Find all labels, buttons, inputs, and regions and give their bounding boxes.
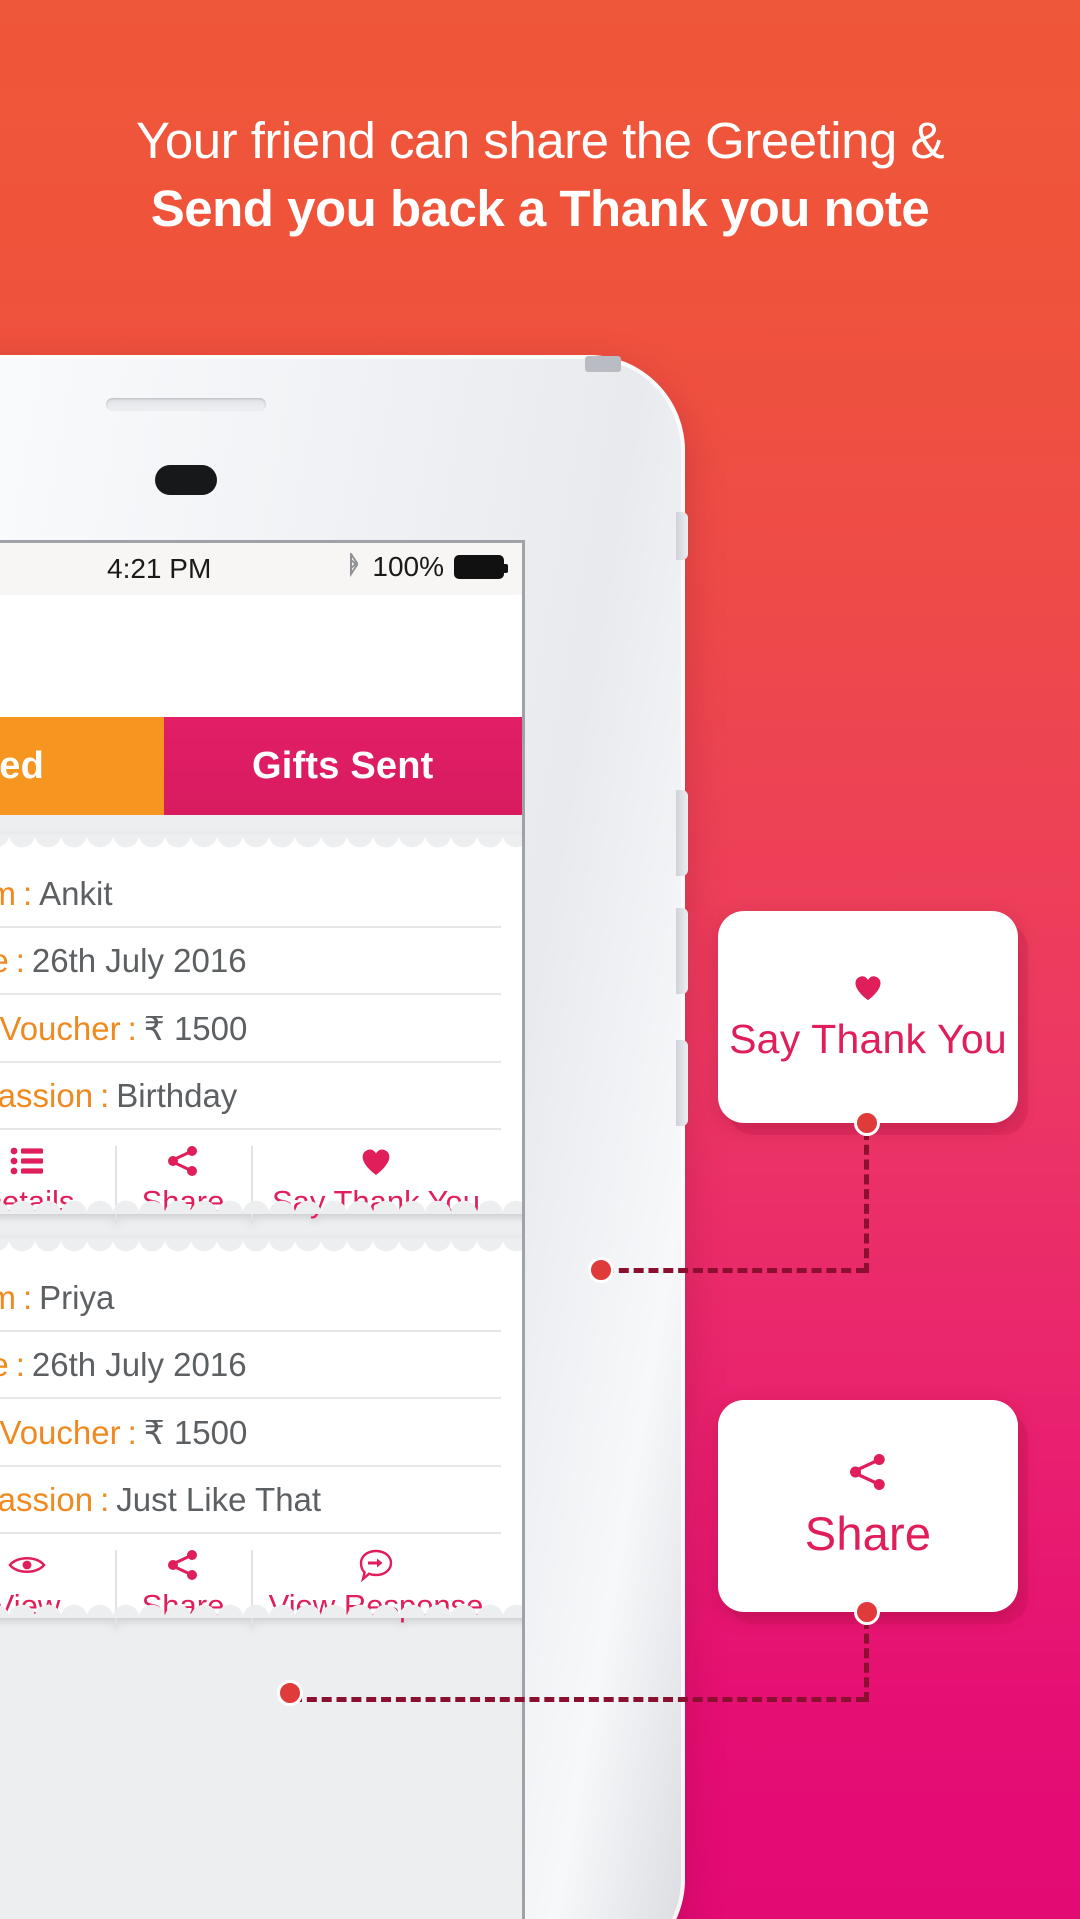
- row-gift-voucher: Gift Voucher : ₹ 1500: [0, 1399, 501, 1467]
- phone-screen: 4:21 PM 100% ceived Gifts Sent: [0, 540, 525, 1919]
- row-from-value: Ankit: [39, 875, 113, 912]
- row-date: Date : 26th July 2016: [0, 1332, 501, 1399]
- row-occassion-sep: :: [100, 1077, 110, 1114]
- tab-bar: ceived Gifts Sent: [0, 717, 522, 815]
- row-occassion-label: Occassion: [0, 1481, 94, 1518]
- tab-gifts-sent-label: Gifts Sent: [252, 744, 434, 787]
- card-scallop-bottom: [0, 1198, 522, 1214]
- phone-volume-down-button[interactable]: [676, 908, 688, 994]
- connector-dot-share-callout: [854, 1599, 880, 1625]
- gift-list[interactable]: ay ur adipiscing id, maximus dictumst. F…: [0, 815, 522, 1919]
- callout-share[interactable]: Share: [718, 1400, 1018, 1612]
- status-bar-time: 4:21 PM: [107, 553, 212, 584]
- row-from: From : Priya: [0, 1265, 501, 1332]
- row-occassion-value: Just Like That: [116, 1481, 322, 1518]
- row-date-value: 26th July 2016: [31, 942, 247, 979]
- share-icon: [848, 1452, 888, 1492]
- row-gift-voucher-label: Gift Voucher: [0, 1010, 121, 1047]
- phone-volume-up-button[interactable]: [676, 790, 688, 876]
- row-date-label: Date: [0, 942, 9, 980]
- row-gift-voucher-sep: :: [127, 1010, 137, 1047]
- row-gift-voucher: Gift Voucher : ₹ 1500: [0, 995, 501, 1063]
- phone-front-camera: [155, 465, 217, 495]
- phone-silent-switch[interactable]: [676, 512, 688, 560]
- row-occassion: Occassion : Birthday: [0, 1063, 501, 1130]
- row-from-sep: :: [23, 875, 33, 912]
- comment-reply-icon: [358, 1548, 394, 1582]
- row-from-value: Priya: [39, 1279, 115, 1316]
- headline-line-1: Your friend can share the Greeting &: [136, 112, 944, 169]
- card-scallop-right: [522, 1239, 525, 1617]
- card-scallop-bottom: [0, 1602, 522, 1618]
- callout-share-label: Share: [804, 1506, 932, 1560]
- row-from-label: From: [0, 1279, 16, 1317]
- row-occassion-sep: :: [100, 1481, 110, 1518]
- card-scallop-right: [522, 835, 525, 1213]
- row-date-sep: :: [15, 1346, 25, 1383]
- row-date-value: 26th July 2016: [31, 1346, 247, 1383]
- connector-dot-thanks-callout: [854, 1110, 880, 1136]
- bluetooth-icon: [346, 553, 362, 581]
- connector-line-thanks-horizontal: [604, 1268, 866, 1273]
- row-from-sep: :: [23, 1279, 33, 1316]
- tab-gifts-received-label: ceived: [0, 744, 44, 787]
- row-date: Date : 26th July 2016: [0, 928, 501, 995]
- app-header-bar: [0, 595, 522, 717]
- heart-icon: [851, 972, 885, 1002]
- row-gift-voucher-value: ₹ 1500: [143, 1010, 248, 1047]
- heart-icon: [358, 1144, 394, 1178]
- phone-power-button[interactable]: [676, 1040, 688, 1126]
- battery-full-icon: [454, 555, 508, 579]
- promo-screenshot: Your friend can share the Greeting & Sen…: [0, 0, 1080, 1919]
- connector-line-thanks-vertical: [864, 1130, 869, 1273]
- row-date-sep: :: [15, 942, 25, 979]
- headline: Your friend can share the Greeting & Sen…: [0, 108, 1080, 244]
- phone-antenna-band: [585, 356, 621, 372]
- eye-icon: [8, 1548, 46, 1582]
- row-occassion-value: Birthday: [116, 1077, 238, 1114]
- gift-details: From : Priya Date : 26th July 2016 Gift …: [0, 1238, 525, 1628]
- headline-line-2: Send you back a Thank you note: [150, 180, 930, 237]
- row-date-label: Date: [0, 1346, 9, 1384]
- callout-say-thank-you-label: Say Thank You: [729, 1015, 1007, 1062]
- list-item[interactable]: + + From : Priya Date : 26th July: [0, 1238, 522, 1628]
- status-bar-right-group: 100%: [346, 551, 508, 583]
- row-occassion: Occassion : Just Like That: [0, 1467, 501, 1534]
- row-gift-voucher-label: Gift Voucher: [0, 1414, 121, 1451]
- connector-dot-share-card: [277, 1680, 303, 1706]
- row-gift-voucher-sep: :: [127, 1414, 137, 1451]
- share-icon: [167, 1144, 199, 1178]
- row-gift-voucher-value: ₹ 1500: [143, 1414, 248, 1451]
- tab-gifts-received[interactable]: ceived: [0, 717, 164, 815]
- gift-details: From : Ankit Date : 26th July 2016 Gift …: [0, 834, 525, 1224]
- callout-say-thank-you[interactable]: Say Thank You: [718, 911, 1018, 1123]
- row-from-label: From: [0, 875, 16, 913]
- phone-earpiece-speaker: [106, 398, 266, 411]
- row-from: From : Ankit: [0, 861, 501, 928]
- row-occassion-label: Occassion: [0, 1077, 94, 1114]
- status-bar: 4:21 PM 100%: [0, 543, 522, 595]
- tab-gifts-sent[interactable]: Gifts Sent: [163, 717, 522, 815]
- list-item[interactable]: ay ur adipiscing id, maximus dictumst. F…: [0, 834, 522, 1224]
- connector-line-share-horizontal: [292, 1697, 866, 1702]
- connector-line-share-vertical: [864, 1619, 869, 1702]
- battery-percent-label: 100%: [372, 551, 444, 582]
- card-scallop-top: [0, 834, 522, 850]
- card-scallop-top: [0, 1238, 522, 1254]
- connector-dot-thanks-card: [588, 1257, 614, 1283]
- list-icon: [10, 1144, 44, 1178]
- share-icon: [167, 1548, 199, 1582]
